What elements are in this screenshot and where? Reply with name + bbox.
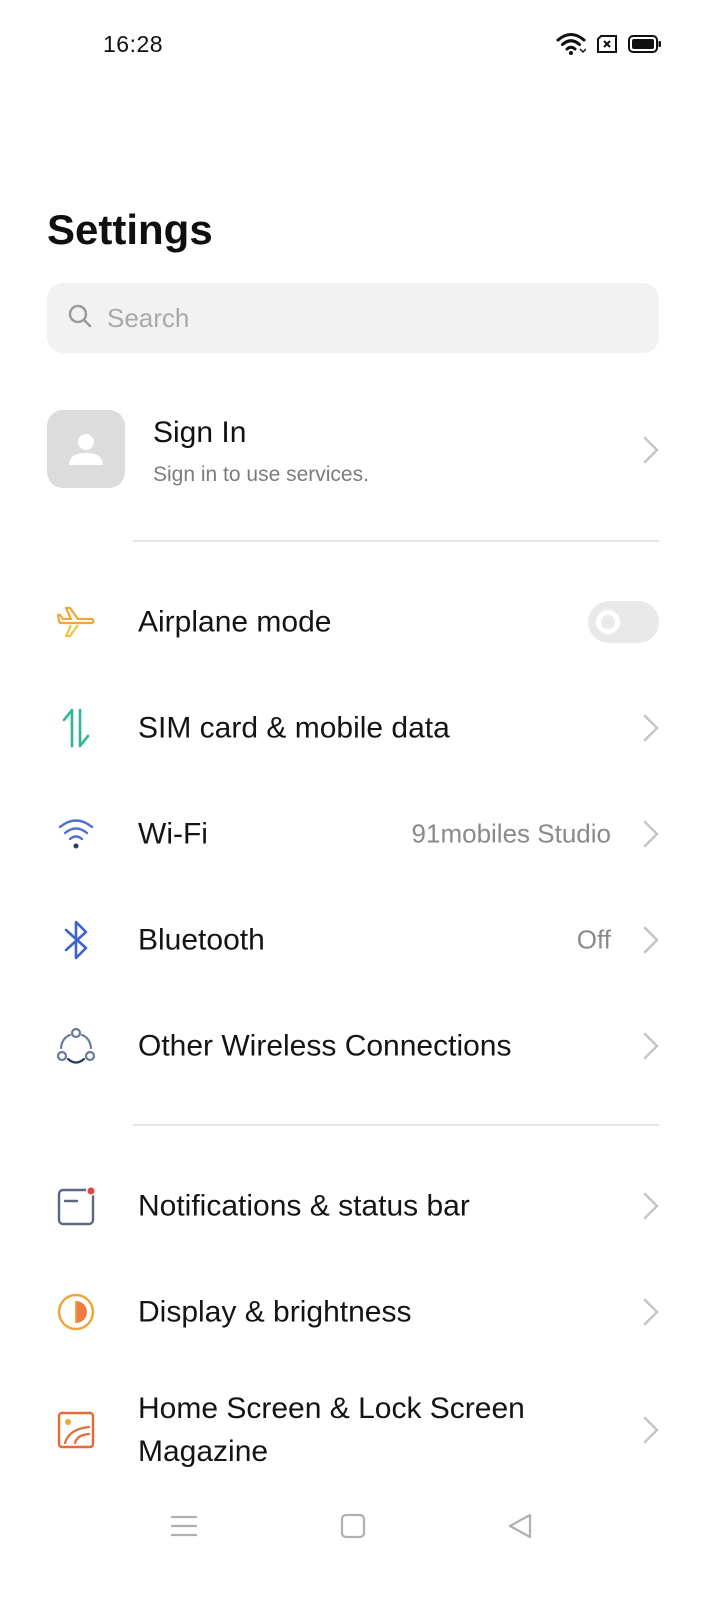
wifi-icon xyxy=(556,32,587,61)
row-label: Other Wireless Connections xyxy=(138,1029,512,1063)
chevron-right-icon xyxy=(643,1298,659,1326)
wireless-connections-icon xyxy=(54,1024,98,1068)
divider xyxy=(133,540,659,542)
search-icon xyxy=(67,303,93,334)
row-label: SIM card & mobile data xyxy=(138,711,450,745)
status-bar: 16:28 xyxy=(0,0,720,88)
brightness-icon xyxy=(54,1290,98,1334)
chevron-right-icon xyxy=(643,1192,659,1220)
row-label-line-1: Home Screen & Lock Screen xyxy=(138,1392,525,1425)
sign-in-subtitle: Sign in to use services. xyxy=(153,463,369,486)
page-title: Settings xyxy=(47,206,213,253)
chevron-right-icon xyxy=(643,926,659,954)
chevron-right-icon xyxy=(643,1032,659,1060)
wifi-icon xyxy=(54,812,98,856)
home-icon[interactable] xyxy=(333,1508,373,1544)
chevron-right-icon xyxy=(643,714,659,742)
mobile-data-icon xyxy=(54,706,98,750)
row-bluetooth[interactable]: Bluetooth Off xyxy=(0,887,720,993)
row-label: Home Screen & Lock Screen Magazine xyxy=(138,1387,525,1473)
wifi-network-name: 91mobiles Studio xyxy=(411,818,611,849)
row-label: Wi-Fi xyxy=(138,817,208,851)
back-icon[interactable] xyxy=(500,1508,540,1544)
navigation-bar xyxy=(0,1490,720,1560)
wallpaper-icon xyxy=(54,1408,98,1452)
status-icons xyxy=(556,32,662,61)
sign-in-title: Sign In xyxy=(153,416,247,449)
row-wifi[interactable]: Wi-Fi 91mobiles Studio xyxy=(0,781,720,887)
sign-in-row[interactable]: Sign In Sign in to use services. xyxy=(47,410,659,490)
chevron-right-icon xyxy=(643,820,659,848)
bluetooth-status: Off xyxy=(576,924,611,955)
search-input[interactable] xyxy=(107,302,607,334)
row-label: Bluetooth xyxy=(138,923,265,957)
divider xyxy=(133,1124,659,1126)
row-sim-card[interactable]: SIM card & mobile data xyxy=(0,675,720,781)
row-label: Notifications & status bar xyxy=(138,1189,470,1223)
user-icon xyxy=(69,434,103,465)
row-label-line-2: Magazine xyxy=(138,1435,269,1468)
row-label: Airplane mode xyxy=(138,605,332,639)
airplane-icon xyxy=(54,600,98,644)
chevron-right-icon xyxy=(643,1416,659,1444)
row-other-wireless[interactable]: Other Wireless Connections xyxy=(0,993,720,1099)
row-home-screen[interactable]: Home Screen & Lock Screen Magazine xyxy=(0,1377,720,1483)
row-display[interactable]: Display & brightness xyxy=(0,1259,720,1365)
toggle-knob xyxy=(596,610,620,634)
sim-missing-icon xyxy=(596,34,618,59)
airplane-mode-toggle[interactable] xyxy=(588,601,659,643)
status-time: 16:28 xyxy=(103,31,164,57)
settings-screen: 16:28 Settings Search Sign In Sign in to… xyxy=(0,0,720,1600)
avatar xyxy=(47,410,125,488)
chevron-right-icon xyxy=(643,436,659,464)
row-notifications[interactable]: Notifications & status bar xyxy=(0,1153,720,1259)
row-airplane-mode[interactable]: Airplane mode xyxy=(0,569,720,675)
menu-icon[interactable] xyxy=(164,1508,204,1544)
notification-icon xyxy=(54,1184,98,1228)
row-label: Display & brightness xyxy=(138,1295,412,1329)
battery-icon xyxy=(628,34,662,59)
search-bar[interactable] xyxy=(47,283,659,353)
bluetooth-icon xyxy=(54,918,98,962)
